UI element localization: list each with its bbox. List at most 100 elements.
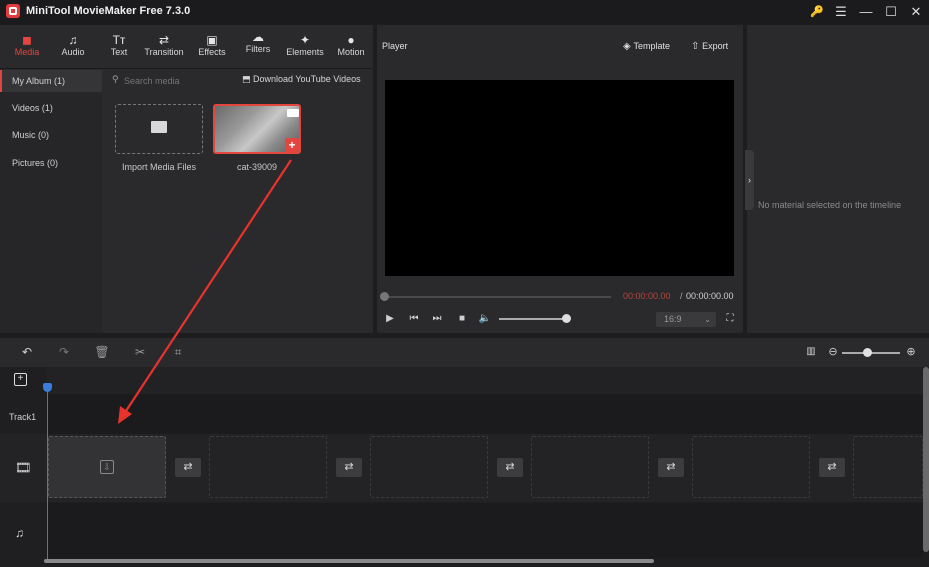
clip-slot[interactable] (853, 436, 923, 498)
tab-label: Elements (286, 47, 324, 57)
volume-icon[interactable]: 🔈 (478, 312, 492, 326)
transition-icon: ⇄ (158, 33, 170, 47)
search-input[interactable] (110, 74, 220, 88)
music-note-icon: ♫ (68, 33, 78, 47)
playhead-handle[interactable] (43, 383, 52, 392)
delete-icon[interactable]: 🗑 (94, 344, 110, 360)
player-title: Player (382, 41, 408, 51)
sidebar-item-music[interactable]: Music (0) (0, 124, 102, 146)
collapse-panel-handle[interactable]: › (745, 150, 754, 210)
folder-icon (151, 121, 167, 133)
tab-label: Filters (245, 44, 271, 54)
tab-label: Effects (198, 47, 226, 57)
split-icon[interactable]: ✂ (132, 344, 148, 360)
clip-slot-drop-target[interactable]: ⇩ (48, 436, 166, 498)
drop-here-icon: ⇩ (100, 460, 114, 474)
total-time: 00:00:00.00 (686, 291, 734, 301)
tab-label: Transition (144, 47, 184, 57)
tab-filters[interactable]: ☁ Filters (238, 22, 278, 66)
export-label: Export (702, 41, 729, 51)
template-label: Template (633, 41, 670, 51)
transition-slot-button[interactable]: ⇄ (175, 458, 201, 477)
video-camera-icon (287, 109, 299, 117)
text-icon: Tт (112, 33, 126, 47)
volume-handle[interactable] (562, 314, 571, 323)
tab-label: Text (110, 47, 128, 57)
crop-icon[interactable]: ⌗ (170, 344, 186, 360)
maximize-button[interactable]: ☐ (880, 2, 902, 22)
add-to-timeline-button[interactable]: + (285, 138, 299, 152)
upload-icon: ⇧ (691, 41, 703, 52)
playhead[interactable] (47, 385, 48, 560)
zoom-handle[interactable] (863, 348, 872, 357)
video-preview[interactable] (385, 80, 734, 276)
media-icon: ◼ (22, 33, 32, 47)
chevron-down-icon: ⌄ (704, 315, 711, 324)
undo-icon[interactable]: ↶ (19, 344, 35, 360)
key-icon[interactable]: 🔑 (806, 2, 828, 22)
fullscreen-icon[interactable]: ⛶ (723, 312, 737, 326)
layers-icon: ◈ (623, 41, 634, 52)
aspect-ratio-select[interactable]: 16:9 ⌄ (656, 312, 716, 327)
tab-audio[interactable]: ♫ Audio (52, 25, 94, 69)
clip-slot[interactable] (209, 436, 327, 498)
tab-media[interactable]: ◼ Media (5, 25, 49, 69)
audio-track[interactable] (46, 503, 923, 558)
export-button[interactable]: ⇧ Export (691, 41, 728, 52)
volume-slider[interactable] (499, 318, 565, 320)
properties-panel (747, 25, 929, 333)
download-youtube-button[interactable]: ⬒ Download YouTube Videos (242, 74, 361, 85)
track1-label: Track1 (9, 412, 37, 422)
vertical-scrollbar[interactable] (923, 367, 929, 552)
horizontal-scrollbar[interactable] (44, 559, 654, 563)
tab-label: Audio (61, 47, 85, 57)
empty-properties-text: No material selected on the timeline (758, 200, 902, 210)
transition-slot-button[interactable]: ⇄ (336, 458, 362, 477)
add-track-icon[interactable]: + (14, 373, 27, 386)
video-track-icon: 🎞 (15, 460, 32, 475)
media-clip-thumbnail[interactable]: + (213, 104, 301, 154)
aspect-ratio-value: 16:9 (664, 314, 682, 324)
menu-icon[interactable]: ☰ (830, 2, 852, 22)
transition-slot-button[interactable]: ⇄ (497, 458, 523, 477)
import-media-label: Import Media Files (121, 162, 197, 172)
timeline-ruler[interactable] (46, 367, 923, 394)
tab-motion[interactable]: ● Motion (332, 25, 370, 69)
sidebar-item-videos[interactable]: Videos (1) (0, 97, 102, 119)
track1-row[interactable] (46, 394, 923, 434)
seek-handle[interactable] (380, 292, 389, 301)
redo-icon[interactable]: ↷ (56, 344, 72, 360)
clip-slot[interactable] (370, 436, 488, 498)
close-button[interactable]: ✕ (905, 2, 927, 22)
next-frame-icon[interactable]: ⏭ (430, 312, 444, 326)
sidebar-item-my-album[interactable]: My Album (1) (0, 70, 102, 92)
sidebar-item-pictures[interactable]: Pictures (0) (0, 152, 102, 174)
tab-effects[interactable]: ▣ Effects (192, 25, 232, 69)
clip-label: cat-39009 (236, 162, 278, 172)
template-button[interactable]: ◈ Template (623, 41, 670, 52)
clip-slot[interactable] (692, 436, 810, 498)
seek-bar[interactable] (383, 296, 611, 298)
transition-slot-button[interactable]: ⇄ (658, 458, 684, 477)
tab-transition[interactable]: ⇄ Transition (140, 25, 188, 69)
music-track-icon: ♫ (15, 526, 24, 540)
motion-icon: ● (347, 33, 355, 47)
download-icon: ⬒ (242, 74, 254, 84)
tab-label: Media (14, 47, 40, 57)
import-media-tile[interactable] (115, 104, 203, 154)
app-title: MiniTool MovieMaker Free 7.3.0 (26, 5, 191, 17)
previous-frame-icon[interactable]: ⏮ (407, 312, 421, 326)
minimize-button[interactable]: — (855, 2, 877, 22)
tab-text[interactable]: Tт Text (99, 25, 139, 69)
play-icon[interactable]: ▶ (383, 312, 397, 326)
tab-elements[interactable]: ✦ Elements (283, 25, 327, 69)
effects-icon: ▣ (206, 33, 218, 47)
tab-label: Motion (337, 47, 365, 57)
app-logo (6, 4, 20, 18)
zoom-in-icon[interactable]: ⊕ (903, 344, 919, 360)
clip-slot[interactable] (531, 436, 649, 498)
stop-icon[interactable]: ■ (455, 312, 469, 326)
zoom-out-icon[interactable]: ⊖ (825, 344, 841, 360)
audio-waveform-icon[interactable]: ▥ (803, 344, 819, 360)
transition-slot-button[interactable]: ⇄ (819, 458, 845, 477)
